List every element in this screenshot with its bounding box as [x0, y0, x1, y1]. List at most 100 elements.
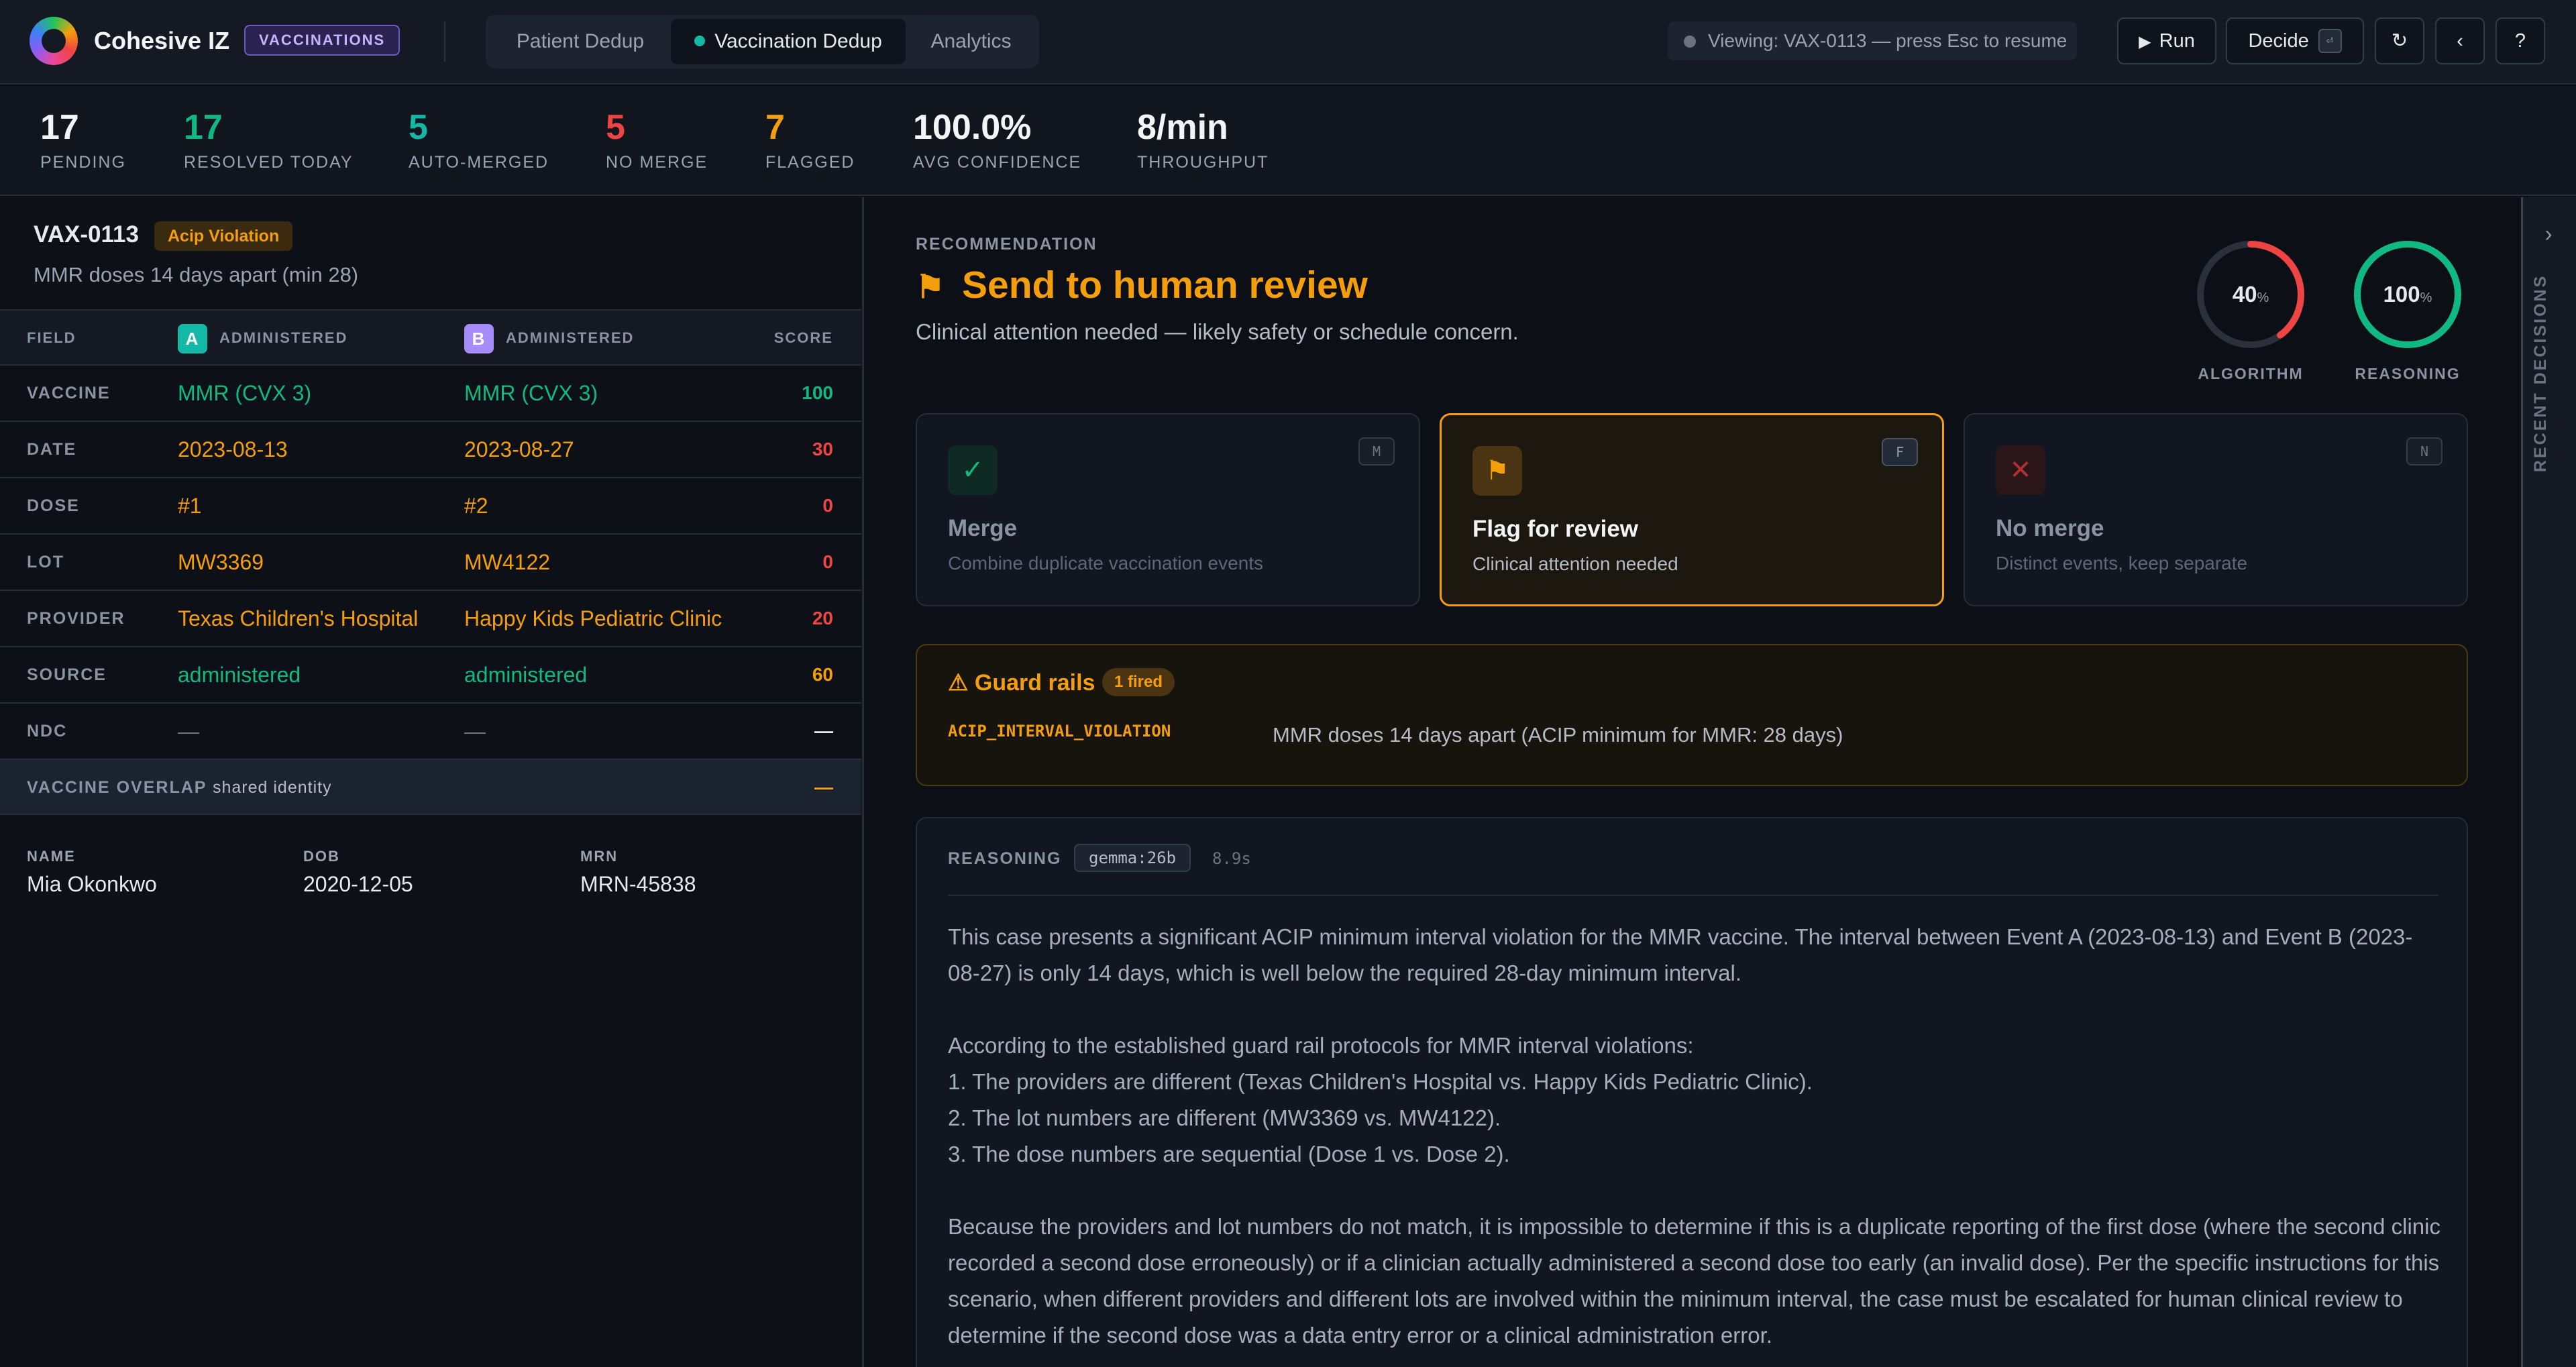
recent-decisions-label: RECENT DECISIONS: [2531, 274, 2550, 473]
reasoning-list-item: 2. The lot numbers are different (MW3369…: [948, 1105, 1501, 1130]
stat-value: 5: [409, 108, 428, 147]
score: 0: [822, 495, 833, 516]
run-button[interactable]: ▶ Run: [2117, 17, 2216, 64]
field-name: PROVIDER: [27, 609, 125, 628]
decide-button[interactable]: Decide ⏎: [2226, 17, 2364, 64]
overlap-note: shared identity: [212, 778, 332, 797]
no-merge-option-card[interactable]: ✕ N No merge Distinct events, keep separ…: [1964, 413, 2468, 606]
score: —: [814, 720, 833, 741]
viewing-status: Viewing: VAX-0113 — press Esc to resume: [1668, 21, 2077, 60]
enter-key-icon: ⏎: [2318, 29, 2342, 53]
tab-patient-dedup[interactable]: Patient Dedup: [490, 19, 671, 64]
patient-dob-value: 2020-12-05: [303, 872, 413, 896]
overlap-label: VACCINE OVERLAP shared identity: [27, 760, 332, 815]
reasoning-divider: [948, 895, 2438, 896]
table-row: LOT MW3369 MW4122 0: [0, 535, 861, 591]
run-label: Run: [2159, 30, 2195, 52]
table-row: DATE 2023-08-13 2023-08-27 30: [0, 422, 861, 478]
case-detail-panel: VAX-0113 Acip Violation MMR doses 14 day…: [0, 197, 864, 1367]
recent-decisions-sidebar[interactable]: › RECENT DECISIONS: [2521, 197, 2576, 1367]
reasoning-text: This case presents a significant ACIP mi…: [948, 919, 2444, 1354]
case-subtitle: MMR doses 14 days apart (min 28): [34, 263, 359, 286]
value-b: Happy Kids Pediatric Clinic: [464, 606, 722, 631]
help-button[interactable]: ?: [2496, 17, 2545, 64]
patient-name-value: Mia Okonkwo: [27, 872, 157, 896]
reasoning-list-item: 1. The providers are different (Texas Ch…: [948, 1069, 1813, 1094]
stat-label: RESOLVED TODAY: [184, 153, 354, 172]
tab-vaccination-dedup[interactable]: Vaccination Dedup: [671, 19, 906, 64]
value-a: MMR (CVX 3): [178, 381, 312, 405]
stat-value: 100.0%: [913, 108, 1032, 147]
header-field: FIELD: [27, 329, 76, 346]
field-name: LOT: [27, 553, 64, 571]
algorithm-gauge-value: 40%: [2194, 237, 2308, 351]
tab-label: Analytics: [930, 30, 1012, 52]
reasoning-list-item: 3. The dose numbers are sequential (Dose…: [948, 1142, 1510, 1166]
fired-badge: 1 fired: [1102, 668, 1175, 696]
value-b: MMR (CVX 3): [464, 381, 598, 405]
flag-description: Clinical attention needed: [1472, 553, 1678, 574]
header-b-label: ADMINISTERED: [506, 329, 635, 346]
reasoning-label: REASONING: [948, 849, 1062, 868]
tab-analytics[interactable]: Analytics: [906, 19, 1036, 64]
check-icon: ✓: [948, 445, 998, 495]
recommendation-title-text: Send to human review: [962, 264, 1368, 307]
recommendation-label: RECOMMENDATION: [916, 235, 1097, 254]
field-name: DATE: [27, 440, 77, 459]
tab-label: Vaccination Dedup: [714, 30, 882, 52]
stats-bar: 17 PENDING 17 RESOLVED TODAY 5 AUTO-MERGED …: [0, 86, 2576, 196]
score: 60: [812, 664, 833, 685]
stat-label: AUTO-MERGED: [409, 153, 549, 172]
flag-icon: ⚑: [1472, 446, 1522, 496]
stat-label: NO MERGE: [606, 153, 708, 172]
flag-for-review-option-card[interactable]: ⚑ F Flag for review Clinical attention n…: [1440, 413, 1944, 606]
reasoning-gauge-label: REASONING: [2355, 365, 2461, 382]
stat-value: 8/min: [1137, 108, 1228, 147]
overlap-title: VACCINE OVERLAP: [27, 778, 207, 797]
patient-name: NAME Mia Okonkwo: [27, 848, 157, 897]
chevron-right-icon[interactable]: ›: [2523, 221, 2574, 248]
table-row: SOURCE administered administered 60: [0, 647, 861, 704]
chevron-left-icon: ‹: [2457, 30, 2463, 52]
stat-resolved-today: 17 RESOLVED TODAY: [184, 107, 354, 172]
reasoning-gauge-value: 100%: [2351, 237, 2465, 351]
logo-icon: [30, 17, 78, 65]
tab-label: Patient Dedup: [516, 30, 645, 52]
collapse-button[interactable]: ‹: [2435, 17, 2485, 64]
tab-bar: Patient Dedup Vaccination Dedup Analytic…: [486, 15, 1039, 68]
table-row: DOSE #1 #2 0: [0, 478, 861, 535]
reasoning-panel: REASONING gemma:26b 8.9s This case prese…: [916, 817, 2468, 1367]
stat-value: 5: [606, 108, 625, 147]
stat-value: 7: [765, 108, 785, 147]
table-row: NDC — — —: [0, 704, 861, 760]
guard-rails-panel: ⚠ Guard rails 1 fired ACIP_INTERVAL_VIOL…: [916, 644, 2468, 786]
table-header: FIELD A ADMINISTERED B ADMINISTERED SCORE: [0, 309, 861, 366]
event-b-chip: B: [464, 324, 494, 354]
patient-mrn: MRN MRN-45838: [580, 848, 696, 897]
algorithm-gauge-label: ALGORITHM: [2198, 365, 2304, 382]
header-a-label: ADMINISTERED: [219, 329, 348, 346]
overlap-score: —: [814, 777, 833, 798]
table-row: PROVIDER Texas Children's Hospital Happy…: [0, 591, 861, 647]
merge-option-card[interactable]: ✓ M Merge Combine duplicate vaccination …: [916, 413, 1420, 606]
reasoning-time: 8.9s: [1212, 849, 1251, 868]
refresh-button[interactable]: ↻: [2375, 17, 2424, 64]
status-dot-icon: [1684, 36, 1696, 48]
event-a-chip: A: [178, 324, 207, 354]
app-name: Cohesive IZ: [94, 27, 230, 54]
value-a: #1: [178, 494, 202, 518]
stat-avg-confidence: 100.0% AVG CONFIDENCE: [913, 107, 1081, 172]
merge-title: Merge: [948, 515, 1018, 541]
guard-rails-title: ⚠ Guard rails: [948, 670, 1095, 696]
guard-rule-code: ACIP_INTERVAL_VIOLATION: [948, 722, 1171, 741]
value-b: —: [464, 719, 486, 743]
flag-icon: ⚑: [916, 270, 945, 305]
shortcut-key-n: N: [2406, 437, 2443, 466]
score: 0: [822, 551, 833, 572]
top-bar: Cohesive IZ VACCINATIONS Patient Dedup V…: [0, 0, 2576, 85]
stat-auto-merged: 5 AUTO-MERGED: [409, 107, 549, 172]
app-root: Cohesive IZ VACCINATIONS Patient Dedup V…: [0, 0, 2576, 1367]
active-dot-icon: [694, 36, 706, 46]
reasoning-paragraph: This case presents a significant ACIP mi…: [948, 924, 2413, 985]
